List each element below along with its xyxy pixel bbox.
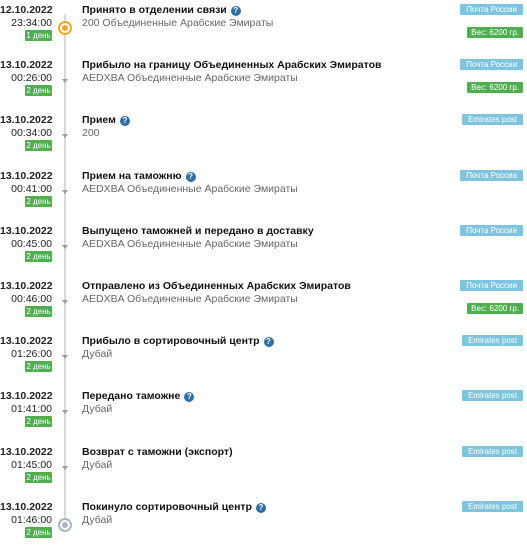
tracking-timeline: 12.10.2022 23:34:00 1 день Принято в отделе…: [0, 0, 527, 545]
weight-badge: Вес: 6200 гр.: [467, 27, 523, 38]
event-location: Дубай: [82, 513, 113, 526]
carrier-badge: Почта России: [460, 224, 523, 236]
days-badge: 2 день: [25, 85, 52, 97]
event-title-text: Отправлено из Объединенных Арабских Эмир…: [82, 280, 351, 292]
weight-badge: Вес: 6200 гр.: [467, 303, 523, 314]
chevron-down-icon[interactable]: [62, 300, 68, 304]
carrier-badge: Почта России: [460, 4, 523, 15]
event-date: 13.10.2022: [0, 390, 53, 403]
event-date: 13.10.2022: [0, 224, 53, 237]
event-date: 13.10.2022: [0, 500, 53, 513]
help-icon[interactable]: ?: [185, 171, 196, 182]
event-time: 00:41:00: [11, 182, 52, 195]
carrier-badge: Emirates post: [462, 500, 523, 512]
chevron-down-icon[interactable]: [62, 355, 68, 360]
chevron-down-icon[interactable]: [62, 244, 68, 249]
carrier-badge: Почта России: [460, 169, 523, 181]
chevron-down-icon[interactable]: [62, 410, 68, 415]
event-date: 13.10.2022: [0, 59, 53, 72]
help-icon[interactable]: ?: [255, 502, 266, 513]
event-location: AEDXBA Объединенные Арабские Эмираты: [82, 72, 298, 85]
days-badge: 2 день: [25, 306, 52, 317]
chevron-down-icon[interactable]: [62, 134, 68, 139]
grey-dot-icon: [58, 517, 72, 532]
event-title-text: Выпущено таможней и передано в доставку: [82, 224, 314, 237]
event-title: Прибыло в сортировочный центр?: [82, 335, 274, 348]
event-location: 200: [82, 127, 100, 140]
event-location: 200 Объединенные Арабские Эмираты: [82, 17, 274, 29]
event-title: Возврат с таможни (экспорт): [82, 446, 233, 458]
orange-dot-icon: [58, 21, 72, 35]
help-icon[interactable]: ?: [263, 337, 274, 348]
event-time: 01:26:00: [11, 348, 52, 361]
event-title: Прибыло на границу Объединенных Арабских…: [82, 59, 382, 71]
event-title-text: Принято в отделении связи: [82, 4, 227, 16]
carrier-badge: Emirates post: [462, 114, 523, 126]
event-title-text: Прием: [82, 114, 116, 127]
event-time: 01:45:00: [11, 458, 52, 471]
carrier-badge: Почта России: [460, 59, 523, 71]
tracking-event: 13.10.2022 00:34:00 2 день Прием? 200 Emirate…: [0, 114, 527, 166]
chevron-down-icon[interactable]: [62, 189, 68, 194]
days-badge: 2 день: [25, 526, 52, 538]
days-badge: 2 день: [25, 140, 52, 152]
event-location: Дубай: [82, 458, 113, 471]
event-location: AEDXBA Объединенные Арабские Эмираты: [82, 237, 298, 250]
event-title-text: Возврат с таможни (экспорт): [82, 445, 233, 458]
tracking-event: 13.10.2022 01:41:00 2 день Передано таможне…: [0, 390, 527, 442]
tracking-event: 13.10.2022 00:46:00 2 день Отправлено из Об…: [0, 280, 527, 332]
event-title-text: Прибыло в сортировочный центр: [82, 335, 260, 348]
help-icon[interactable]: ?: [230, 6, 241, 16]
event-location: AEDXBA Объединенные Арабские Эмираты: [82, 182, 298, 195]
carrier-badge: Emirates post: [462, 445, 523, 457]
event-location: AEDXBA Объединенные Арабские Эмираты: [82, 293, 298, 305]
days-badge: 2 день: [25, 195, 52, 207]
chevron-down-icon[interactable]: [62, 79, 68, 84]
tracking-event: 13.10.2022 00:45:00 2 день Выпущено таможне…: [0, 224, 527, 277]
event-title: Передано таможне?: [82, 390, 195, 403]
days-badge: 2 день: [25, 361, 52, 373]
event-time: 00:34:00: [11, 127, 52, 140]
tracking-event: 12.10.2022 23:34:00 1 день Принято в отделе…: [0, 4, 527, 56]
event-title-text: Прибыло на границу Объединенных Арабских…: [82, 59, 382, 72]
event-time: 00:45:00: [11, 237, 52, 250]
carrier-badge: Emirates post: [462, 390, 523, 402]
event-date: 13.10.2022: [0, 445, 53, 458]
tracking-event: 13.10.2022 01:26:00 2 день Прибыло в сортир…: [0, 335, 527, 387]
event-title-text: Покинуло сортировочный центр: [82, 500, 252, 513]
event-time: 01:46:00: [11, 513, 52, 526]
event-date: 13.10.2022: [0, 280, 53, 292]
days-badge: 2 день: [25, 471, 52, 483]
days-badge: 2 день: [25, 416, 52, 428]
event-date: 13.10.2022: [0, 335, 53, 348]
tracking-event: 13.10.2022 00:41:00 2 день Прием на таможню…: [0, 169, 527, 222]
event-location: Дубай: [82, 348, 113, 361]
event-time: 00:26:00: [11, 72, 52, 85]
carrier-badge: Emirates post: [462, 335, 523, 347]
days-badge: 1 день: [25, 30, 52, 41]
weight-badge: Вес: 6200 гр.: [467, 82, 523, 94]
event-title: Принято в отделении связи?: [82, 4, 241, 16]
event-title: Покинуло сортировочный центр?: [82, 501, 266, 513]
chevron-down-icon[interactable]: [62, 465, 68, 470]
days-badge: 2 день: [25, 250, 52, 262]
event-title: Прием на таможню?: [82, 170, 196, 182]
help-icon[interactable]: ?: [184, 392, 195, 403]
tracking-event: 13.10.2022 00:26:00 2 день Прибыло на грани…: [0, 59, 527, 111]
event-time: 01:41:00: [11, 403, 52, 416]
tracking-event: 13.10.2022 01:45:00 2 день Возврат с таможн…: [0, 445, 527, 498]
carrier-badge: Почта России: [460, 280, 523, 291]
event-time: 23:34:00: [11, 17, 52, 29]
event-date: 13.10.2022: [0, 169, 53, 182]
event-title-text: Прием на таможню: [82, 169, 182, 182]
help-icon[interactable]: ?: [119, 116, 130, 127]
event-time: 00:46:00: [11, 293, 52, 305]
event-date: 12.10.2022: [0, 4, 53, 16]
event-location: Дубай: [82, 403, 113, 416]
event-date: 13.10.2022: [0, 114, 53, 127]
event-title: Отправлено из Объединенных Арабских Эмир…: [82, 280, 351, 292]
event-title: Выпущено таможней и передано в доставку: [82, 225, 314, 237]
event-title-text: Передано таможне: [82, 390, 181, 403]
event-title: Прием?: [82, 114, 130, 127]
